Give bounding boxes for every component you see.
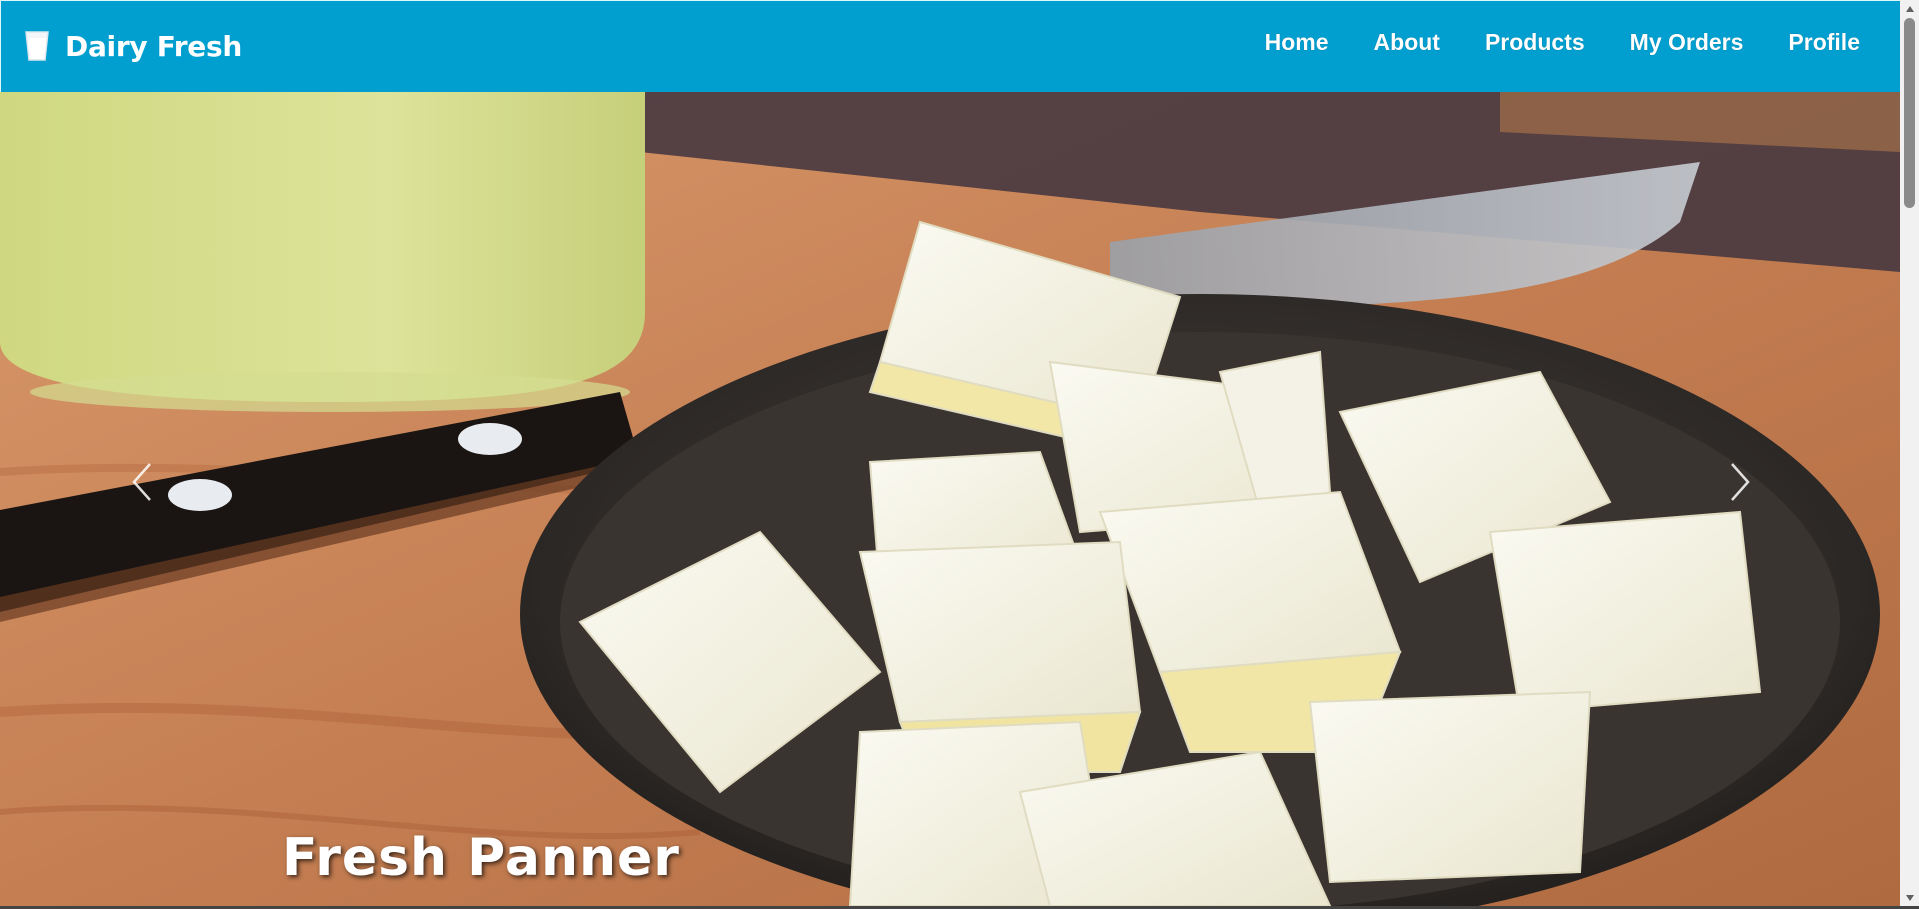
nav-about[interactable]: About (1374, 29, 1440, 56)
milk-glass-icon (25, 31, 49, 61)
scroll-up-arrow-icon (1905, 5, 1914, 12)
scroll-down-arrow-icon (1905, 894, 1914, 901)
scroll-thumb[interactable] (1904, 18, 1915, 208)
nav-products[interactable]: Products (1485, 29, 1585, 56)
chevron-right-icon (1731, 463, 1750, 501)
chevron-left-icon (132, 463, 151, 501)
carousel-prev-button[interactable] (112, 442, 172, 522)
nav-my-orders[interactable]: My Orders (1630, 29, 1744, 56)
page-viewport: Dairy Fresh Home About Products My Order… (0, 0, 1900, 906)
navbar: Dairy Fresh Home About Products My Order… (0, 0, 1900, 92)
scroll-down-button[interactable] (1900, 889, 1919, 906)
vertical-scrollbar[interactable] (1900, 0, 1919, 906)
nav-home[interactable]: Home (1265, 29, 1329, 56)
slide-caption: Fresh Panner (282, 828, 680, 888)
slide-image-paneer (0, 92, 1900, 906)
carousel-next-button[interactable] (1710, 442, 1770, 522)
brand-name: Dairy Fresh (65, 29, 242, 63)
scroll-up-button[interactable] (1900, 0, 1919, 17)
brand-link[interactable]: Dairy Fresh (23, 29, 242, 63)
hero-carousel: Fresh Panner (0, 92, 1900, 906)
nav-profile[interactable]: Profile (1788, 29, 1860, 56)
main-nav: Home About Products My Orders Profile (1220, 29, 1860, 56)
